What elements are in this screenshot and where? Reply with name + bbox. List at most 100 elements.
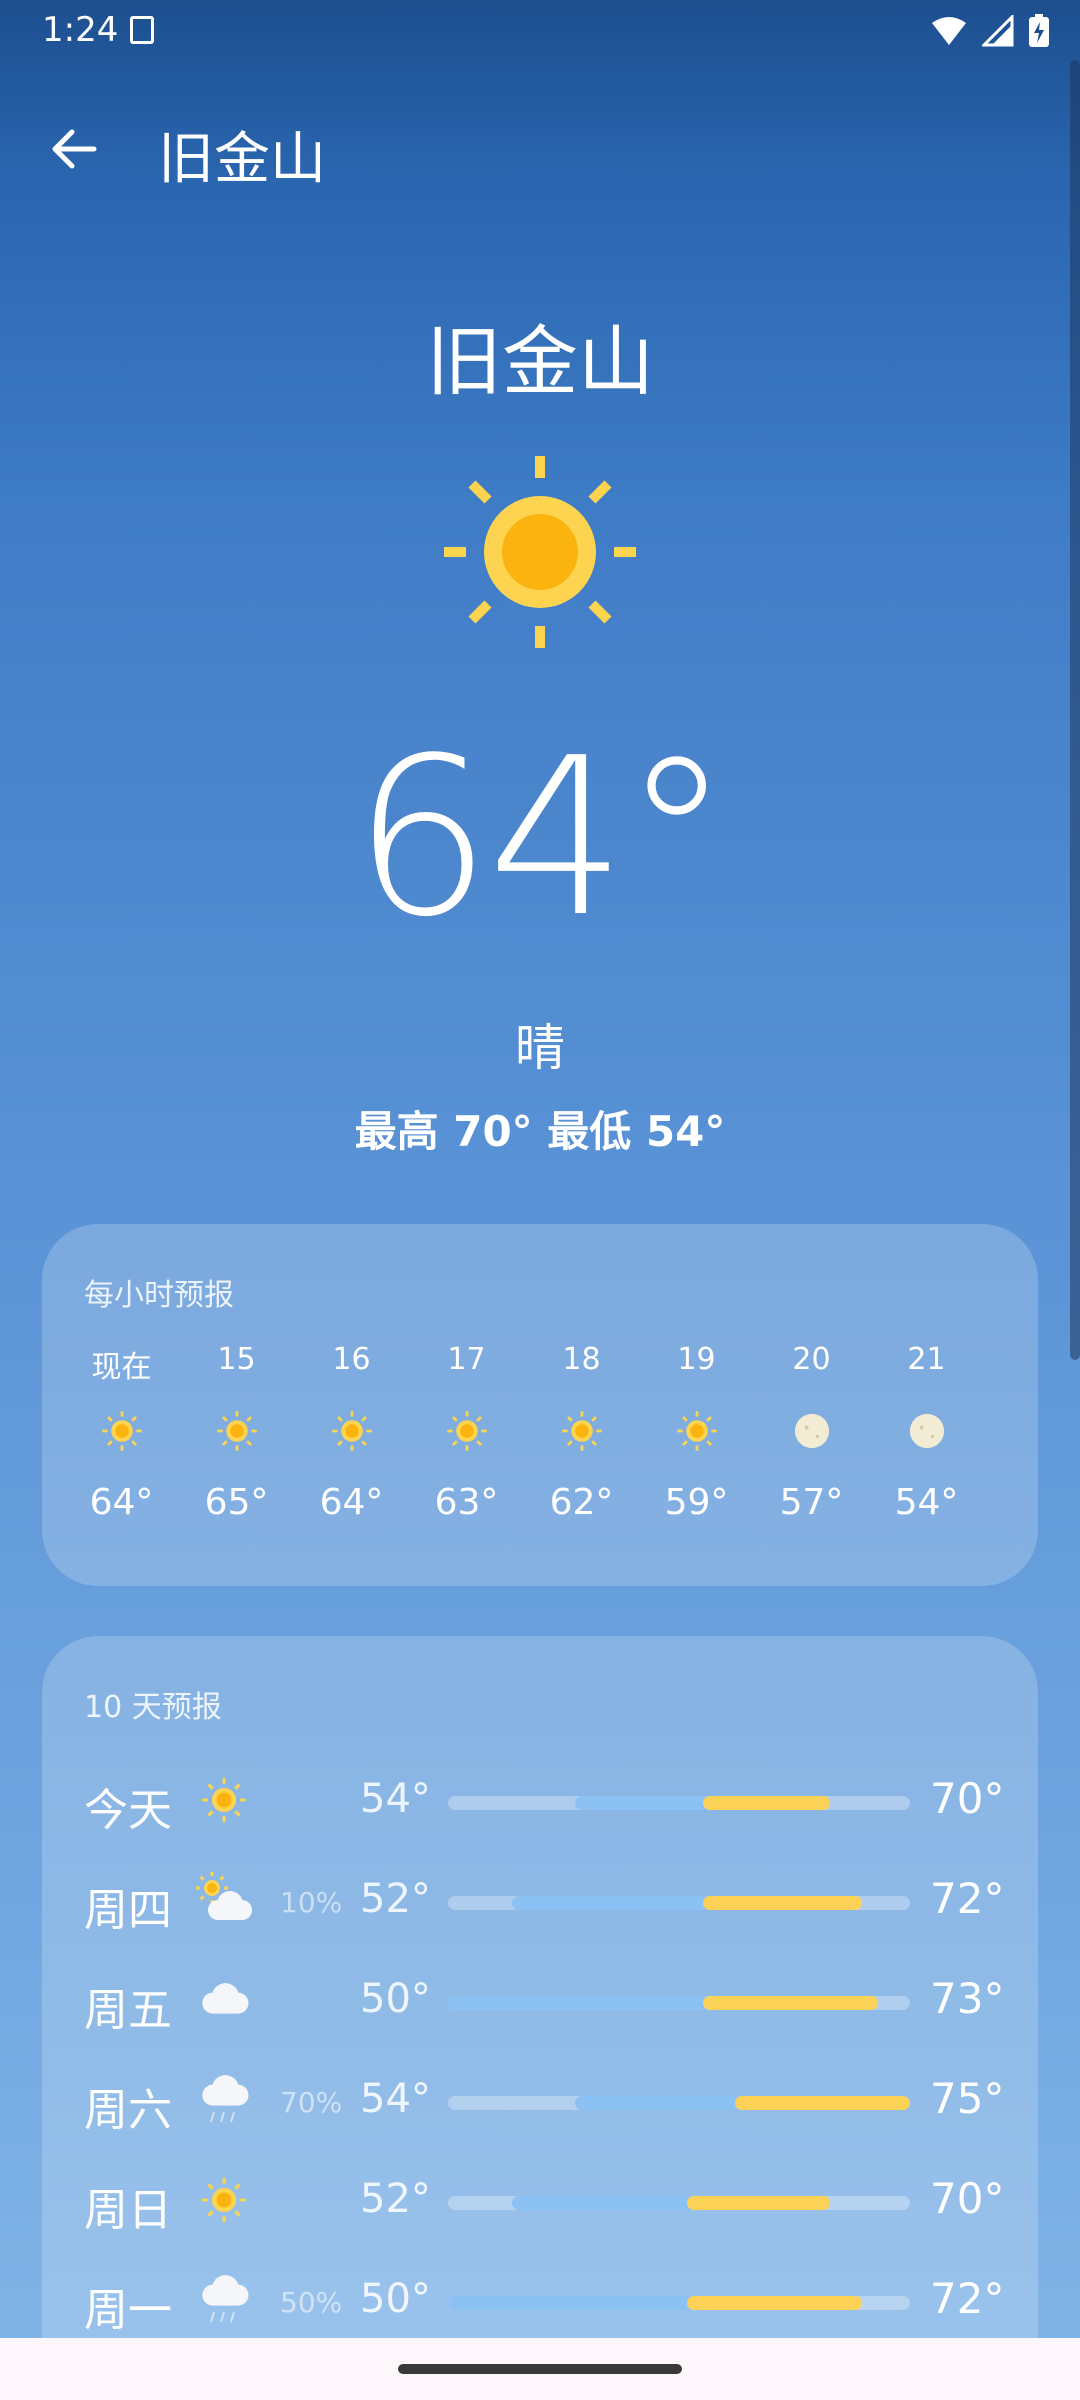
sun-icon <box>332 1411 372 1451</box>
high-temperature: 72° <box>930 2274 1005 2323</box>
top-app-bar: 旧金山 <box>0 100 1080 196</box>
sun-icon <box>202 2178 246 2222</box>
rain-icon <box>202 2275 249 2323</box>
high-temperature: 73° <box>930 1974 1005 2023</box>
low-temperature: 52° <box>360 2176 431 2222</box>
cool-range-fill <box>448 1996 717 2010</box>
signal-icon <box>982 15 1014 47</box>
high-temperature: 75° <box>930 2074 1005 2123</box>
hourly-forecast-title: 每小时预报 <box>84 1278 234 1313</box>
daily-forecast-row[interactable]: 今天 54° 70° <box>42 1748 1038 1848</box>
warm-range-fill <box>686 2196 831 2210</box>
day-name: 周一 <box>84 2285 172 2336</box>
sun-icon <box>444 456 636 648</box>
hourly-temperature: 59° <box>664 1482 729 1523</box>
battery-charging-icon <box>1029 14 1049 47</box>
gesture-nav-bar <box>0 2338 1080 2400</box>
hourly-item: 17 63° <box>409 1342 524 1572</box>
current-city-name: 旧金山 <box>426 317 654 406</box>
sun-icon <box>217 1411 257 1451</box>
hourly-time: 20 <box>792 1342 831 1377</box>
sim-card-icon <box>130 16 154 44</box>
hourly-item: 现在 64° <box>64 1342 179 1572</box>
cool-range-fill <box>575 2096 749 2110</box>
temperature-range-bar <box>448 2196 910 2210</box>
temperature-range-bar <box>448 1996 910 2010</box>
hourly-item: 16 64° <box>294 1342 409 1572</box>
day-name: 周四 <box>84 1885 172 1936</box>
high-temperature: 70° <box>930 1774 1005 1823</box>
low-temperature: 50° <box>360 1976 431 2022</box>
warm-range-fill <box>702 1796 831 1810</box>
cool-range-fill <box>575 1796 717 1810</box>
hourly-forecast-list[interactable]: 现在 64° 15 65° 16 64° 17 63° 18 62° 19 59° 20 57° 21 54° <box>64 1342 1016 1572</box>
temperature-range-bar <box>448 2096 910 2110</box>
day-name: 周五 <box>84 1985 172 2036</box>
hourly-temperature: 64° <box>319 1482 384 1523</box>
current-temperature: 64° <box>352 712 731 965</box>
hourly-time: 19 <box>677 1342 716 1377</box>
home-gesture-handle[interactable] <box>398 2364 682 2374</box>
hourly-temperature: 57° <box>779 1482 844 1523</box>
cool-range-fill <box>448 2296 701 2310</box>
temperature-range-bar <box>448 1796 910 1810</box>
hourly-time: 18 <box>562 1342 601 1377</box>
hourly-time: 15 <box>217 1342 256 1377</box>
daily-forecast-row[interactable]: 周日 52° 70° <box>42 2148 1038 2248</box>
hourly-time: 21 <box>907 1342 946 1377</box>
arrow-back-icon[interactable] <box>46 122 100 176</box>
cloud-icon <box>202 1983 249 2014</box>
high-temperature: 72° <box>930 1874 1005 1923</box>
sun-icon <box>562 1411 602 1451</box>
daily-forecast-card[interactable]: 10 天预报 今天 54° 70° 周四 10% 52° 72° 周五 50° 73° 周六 70% 5… <box>42 1636 1038 2400</box>
daily-forecast-row[interactable]: 周六 70% 54° 75° <box>42 2048 1038 2148</box>
low-temperature: 52° <box>360 1876 431 1922</box>
hourly-temperature: 54° <box>894 1482 959 1523</box>
sun-icon <box>202 1778 246 1822</box>
app-bar-title: 旧金山 <box>158 127 326 192</box>
daily-forecast-row[interactable]: 周五 50° 73° <box>42 1948 1038 2048</box>
wifi-icon <box>932 17 966 45</box>
status-bar: 1:24 <box>0 0 1080 62</box>
moon-icon <box>909 1413 945 1449</box>
hourly-temperature: 62° <box>549 1482 614 1523</box>
daily-forecast-list: 今天 54° 70° 周四 10% 52° 72° 周五 50° 73° 周六 70% 54° 75° 周日… <box>42 1748 1038 2348</box>
moon-icon <box>794 1413 830 1449</box>
high-low-temperature: 最高 70° 最低 54° <box>354 1107 726 1156</box>
cool-range-fill <box>511 1896 717 1910</box>
status-icons <box>930 12 1050 50</box>
hourly-temperature: 65° <box>204 1482 269 1523</box>
precipitation-chance: 50% <box>280 2286 343 2319</box>
hourly-item: 19 59° <box>639 1342 754 1572</box>
warm-range-fill <box>702 1996 879 2010</box>
day-name: 今天 <box>84 1785 172 1836</box>
current-condition: 晴 <box>515 1019 565 1077</box>
hourly-time: 16 <box>332 1342 371 1377</box>
warm-range-fill <box>702 1896 863 1910</box>
hourly-temperature: 64° <box>89 1482 154 1523</box>
hourly-time: 17 <box>447 1342 486 1377</box>
temperature-range-bar <box>448 2296 910 2310</box>
low-temperature: 50° <box>360 2276 431 2322</box>
hourly-item: 20 57° <box>754 1342 869 1572</box>
scrollbar[interactable] <box>1070 60 1080 1360</box>
sun-icon <box>102 1411 142 1451</box>
sun-icon <box>677 1411 717 1451</box>
warm-range-fill <box>734 2096 910 2110</box>
day-name: 周日 <box>84 2185 172 2236</box>
daily-forecast-title: 10 天预报 <box>84 1690 222 1725</box>
cool-range-fill <box>511 2196 701 2210</box>
hourly-item: 18 62° <box>524 1342 639 1572</box>
hourly-temperature: 63° <box>434 1482 499 1523</box>
hourly-forecast-card[interactable]: 每小时预报 现在 64° 15 65° 16 64° 17 63° 18 62° 19 59° 20 57… <box>42 1224 1038 1586</box>
daily-forecast-row[interactable]: 周一 50% 50° 72° <box>42 2248 1038 2348</box>
rain-icon <box>202 2075 249 2123</box>
status-time: 1:24 <box>42 10 119 50</box>
low-temperature: 54° <box>360 1776 431 1822</box>
precipitation-chance: 70% <box>280 2086 343 2119</box>
low-temperature: 54° <box>360 2076 431 2122</box>
precipitation-chance: 10% <box>280 1886 343 1919</box>
hourly-item: 21 54° <box>869 1342 984 1572</box>
daily-forecast-row[interactable]: 周四 10% 52° 72° <box>42 1848 1038 1948</box>
day-name: 周六 <box>84 2085 172 2136</box>
